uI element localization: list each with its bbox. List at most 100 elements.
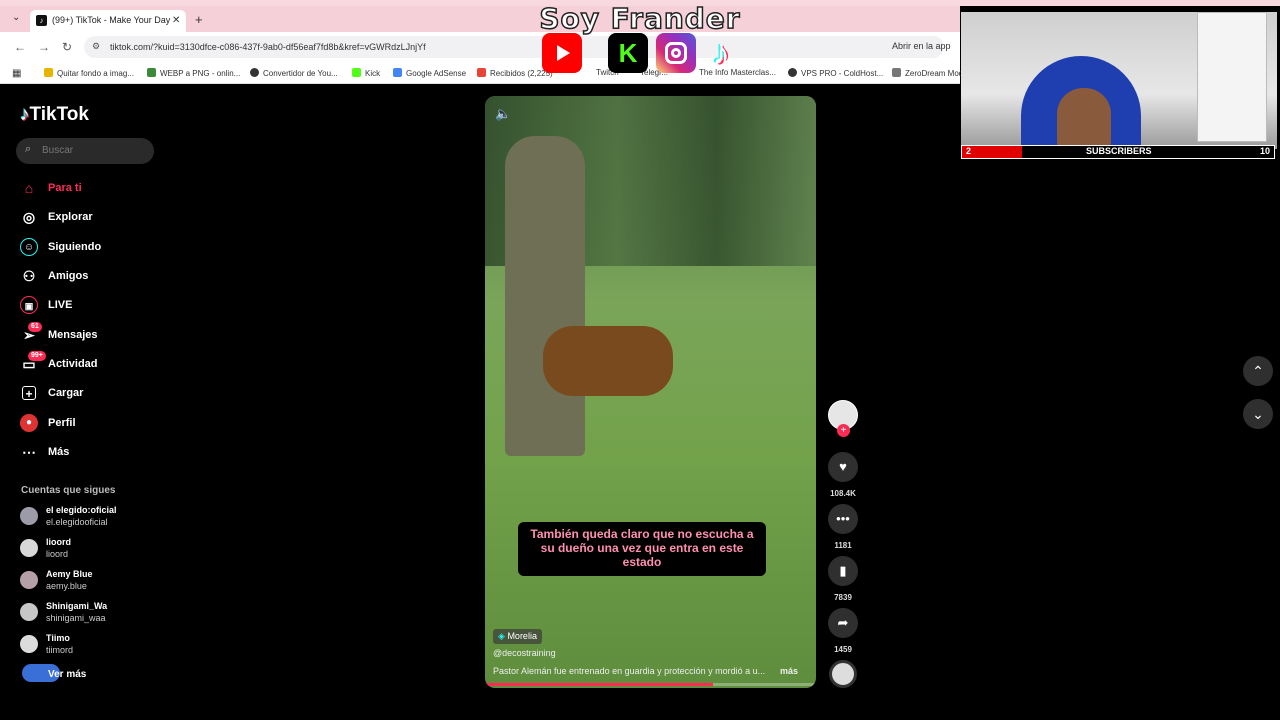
following-header: Cuentas que sigues xyxy=(21,485,116,496)
search-placeholder: Buscar xyxy=(42,145,74,156)
google-favicon-icon xyxy=(393,68,402,77)
avatar xyxy=(20,603,38,621)
following-account[interactable]: Shinigami_Wa shinigami_waa xyxy=(20,601,160,629)
volume-icon[interactable]: 🔈 xyxy=(495,106,511,122)
back-icon[interactable]: ← xyxy=(14,40,26,54)
friends-icon: ⚇ xyxy=(22,268,36,284)
creator-avatar[interactable]: + xyxy=(828,400,858,437)
subscriber-goal-bar: 2 SUBSCRIBERS 10 xyxy=(961,145,1275,159)
forward-icon[interactable]: → xyxy=(38,40,50,54)
streamer-face xyxy=(1057,88,1111,149)
profile-icon: ● xyxy=(20,414,38,432)
search-icon: ⌕ xyxy=(25,143,32,155)
next-video-button[interactable]: ⌄ xyxy=(1243,399,1273,429)
room-door xyxy=(1197,12,1267,142)
avatar xyxy=(20,539,38,557)
following-account[interactable]: Tiimo tiimord xyxy=(20,633,160,661)
bookmark-favicon-icon xyxy=(788,68,797,77)
nav-mas[interactable]: ⋯ Más xyxy=(20,443,160,467)
tab-list-chevron-icon[interactable]: ⌄ xyxy=(12,12,20,23)
messages-badge: 61 xyxy=(28,322,42,332)
following-account[interactable]: Aemy Blue aemy.blue xyxy=(20,569,160,597)
chevron-up-icon: ⌃ xyxy=(1252,363,1264,379)
bookmark-favicon-icon xyxy=(44,68,53,77)
music-disc-button[interactable] xyxy=(828,660,858,688)
follow-plus-icon[interactable]: + xyxy=(837,424,850,437)
more-link[interactable]: más xyxy=(780,666,798,676)
save-button[interactable]: ▮ 7839 xyxy=(828,556,858,602)
close-tab-icon[interactable]: ✕ xyxy=(172,15,180,26)
video-player[interactable]: 🔈 También queda claro que no escucha a s… xyxy=(485,96,816,688)
apps-grid-icon[interactable]: ▦ xyxy=(12,68,21,79)
video-caption: También queda claro que no escucha a su … xyxy=(518,522,766,576)
tiktok-logo[interactable]: ♪TikTok xyxy=(20,104,89,126)
video-description: Pastor Alemán fue entrenado en guardia y… xyxy=(493,666,798,676)
browser-tab-bar: ⌄ ♪ (99+) TikTok - Make Your Day ✕ + xyxy=(0,6,960,32)
trainer-figure xyxy=(505,136,585,456)
tiktok-logo-icon: ♪ xyxy=(20,104,30,125)
instagram-icon xyxy=(656,33,696,73)
upload-icon: + xyxy=(22,386,36,401)
new-tab-icon[interactable]: + xyxy=(195,12,203,27)
nav-amigos[interactable]: ⚇ Amigos xyxy=(20,267,160,291)
search-input[interactable]: ⌕ Buscar xyxy=(16,138,154,164)
following-icon: ☺ xyxy=(20,238,38,256)
bookmark-item[interactable]: WEBP a PNG - onlin... xyxy=(147,68,240,78)
home-icon: ⌂ xyxy=(24,180,34,196)
like-button[interactable]: ♥ 108.4K xyxy=(828,452,858,498)
location-tag[interactable]: ◈ Morelia xyxy=(493,629,542,644)
bookmark-favicon-icon xyxy=(250,68,259,77)
nav-explorar[interactable]: ◎ Explorar xyxy=(20,208,160,232)
webcam-feed xyxy=(961,12,1277,149)
more-icon: ⋯ xyxy=(22,444,36,460)
bookmark-icon: ▮ xyxy=(828,556,858,586)
reload-icon[interactable]: ↻ xyxy=(62,40,72,54)
nav-para-ti[interactable]: ⌂ Para ti xyxy=(20,179,160,203)
save-count: 7839 xyxy=(834,593,852,602)
stream-banner-title: Soy Frander xyxy=(539,1,741,36)
youtube-icon xyxy=(542,33,582,73)
video-progress-bar[interactable] xyxy=(485,683,816,686)
see-more-link[interactable]: Ver más xyxy=(48,669,86,680)
bookmark-item[interactable]: ZeroDream Mod xyxy=(892,68,963,78)
gmail-favicon-icon xyxy=(477,68,486,77)
video-username[interactable]: @decostraining xyxy=(493,648,556,658)
nav-siguiendo[interactable]: ☺ Siguiendo xyxy=(20,238,160,262)
following-account[interactable]: lioord lioord xyxy=(20,537,160,565)
site-info-icon[interactable]: ⚙ xyxy=(92,41,100,52)
bookmark-item[interactable]: Quitar fondo a imag... xyxy=(44,68,134,78)
activity-badge: 99+ xyxy=(28,351,46,361)
nav-live[interactable]: ▣ LIVE xyxy=(20,296,160,320)
bookmark-item[interactable]: VPS PRO - ColdHost... xyxy=(788,68,883,78)
kick-icon: K xyxy=(608,33,648,73)
chevron-down-icon: ⌄ xyxy=(1252,406,1264,422)
url-text: tiktok.com/?kuid=3130dfce-c086-437f-9ab0… xyxy=(110,42,426,52)
comment-button[interactable]: ••• 1181 xyxy=(828,504,858,550)
subscriber-label: SUBSCRIBERS xyxy=(1086,146,1152,156)
share-count: 1459 xyxy=(834,645,852,654)
comment-count: 1181 xyxy=(834,541,852,550)
open-in-app-button[interactable]: Abrir en la app xyxy=(892,41,951,51)
heart-icon: ♥ xyxy=(828,452,858,482)
tab-title: (99+) TikTok - Make Your Day xyxy=(52,15,171,25)
url-field[interactable]: ⚙ tiktok.com/?kuid=3130dfce-c086-437f-9a… xyxy=(84,36,944,58)
bookmark-item[interactable]: Recibidos (2,225) xyxy=(477,68,553,78)
bookmark-favicon-icon xyxy=(892,68,901,77)
bookmark-item[interactable]: Kick xyxy=(352,68,380,78)
nav-cargar[interactable]: + Cargar xyxy=(20,384,160,408)
browser-address-bar: ← → ↻ ⚙ tiktok.com/?kuid=3130dfce-c086-4… xyxy=(0,32,960,62)
tiktok-favicon-icon: ♪ xyxy=(36,15,47,26)
tiktok-social-icon: ♪ xyxy=(712,34,730,72)
kick-favicon-icon xyxy=(352,68,361,77)
video-progress-fill xyxy=(485,683,714,686)
previous-video-button[interactable]: ⌃ xyxy=(1243,356,1273,386)
nav-mensajes[interactable]: ➢ 61 Mensajes xyxy=(20,322,160,350)
nav-actividad[interactable]: ▭ 99+ Actividad xyxy=(20,351,160,379)
like-count: 108.4K xyxy=(830,489,856,498)
nav-perfil[interactable]: ● Perfil xyxy=(20,414,160,438)
tab-tiktok[interactable]: ♪ (99+) TikTok - Make Your Day xyxy=(30,10,186,32)
share-button[interactable]: ➦ 1459 xyxy=(828,608,858,654)
following-account[interactable]: el elegido:oficial el.elegidooficial xyxy=(20,505,160,533)
bookmark-item[interactable]: Google AdSense xyxy=(393,68,466,78)
bookmark-item[interactable]: Convertidor de You... xyxy=(250,68,338,78)
